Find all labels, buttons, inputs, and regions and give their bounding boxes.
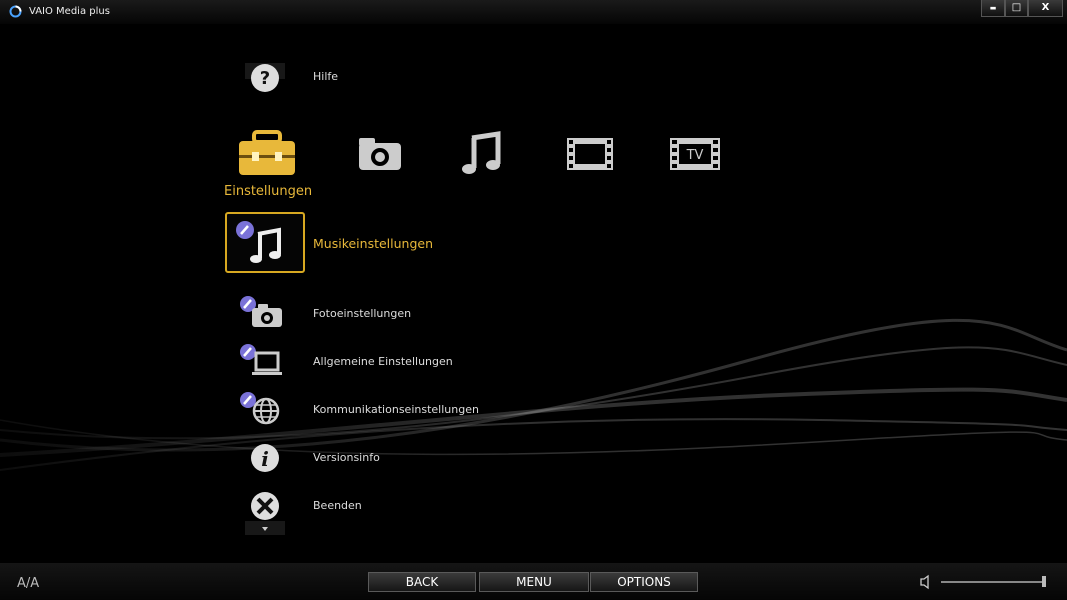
general-settings-icon — [240, 344, 282, 375]
info-icon: i — [251, 444, 279, 472]
exit-icon — [245, 492, 285, 535]
options-button[interactable]: OPTIONS — [590, 572, 698, 592]
menu-item-label: Beenden — [313, 499, 362, 512]
menu-item-label: Allgemeine Einstellungen — [313, 355, 453, 368]
music-settings-icon — [236, 221, 281, 263]
settings-toolbox-icon[interactable] — [232, 128, 302, 180]
photo-settings-icon — [240, 296, 282, 327]
menu-item-exit[interactable]: Beenden — [225, 484, 645, 535]
volume-slider[interactable] — [941, 581, 1045, 583]
menu-item-label: Fotoeinstellungen — [313, 307, 412, 320]
close-icon: X — [1041, 2, 1050, 13]
title-bar: VAIO Media plus ▬ □ X — [0, 0, 1067, 24]
question-icon: ? — [245, 63, 285, 92]
menu-item-label: Kommunikationseinstellungen — [313, 403, 479, 416]
volume-slider-handle[interactable] — [1042, 576, 1046, 587]
menu-item-label: Versionsinfo — [313, 451, 380, 464]
film-icon[interactable] — [555, 128, 625, 180]
font-size-toggle[interactable]: A/A — [17, 576, 39, 591]
network-settings-icon — [240, 392, 280, 425]
speaker-icon[interactable] — [919, 574, 933, 590]
svg-text:TV: TV — [686, 148, 704, 163]
menu-item-communication-settings[interactable]: Kommunikationseinstellungen — [225, 388, 645, 432]
tv-film-icon[interactable]: TV — [660, 128, 730, 180]
svg-text:?: ? — [260, 68, 270, 89]
maximize-button[interactable]: □ — [1005, 0, 1028, 17]
menu-button[interactable]: MENU — [479, 572, 589, 592]
category-label: Einstellungen — [224, 184, 313, 199]
music-note-icon[interactable] — [450, 128, 520, 180]
selected-item-label: Musikeinstellungen — [313, 236, 434, 251]
minimize-button[interactable]: ▬ — [981, 0, 1005, 17]
close-button[interactable]: X — [1028, 0, 1063, 17]
camera-icon[interactable] — [345, 128, 415, 180]
window-title: VAIO Media plus — [29, 6, 110, 17]
menu-item-label: Hilfe — [313, 70, 339, 83]
selected-item-music-settings[interactable] — [225, 212, 305, 273]
maximize-icon: □ — [1011, 2, 1022, 13]
menu-item-help[interactable]: ? Hilfe — [225, 55, 645, 99]
menu-item-version-info[interactable]: i Versionsinfo — [225, 436, 645, 480]
back-button[interactable]: BACK — [368, 572, 476, 592]
minimize-icon: ▬ — [989, 4, 997, 12]
menu-item-general-settings[interactable]: Allgemeine Einstellungen — [225, 340, 645, 384]
svg-text:i: i — [261, 447, 269, 471]
menu-item-photo-settings[interactable]: Fotoeinstellungen — [225, 292, 645, 336]
vaio-logo-icon — [9, 5, 22, 18]
